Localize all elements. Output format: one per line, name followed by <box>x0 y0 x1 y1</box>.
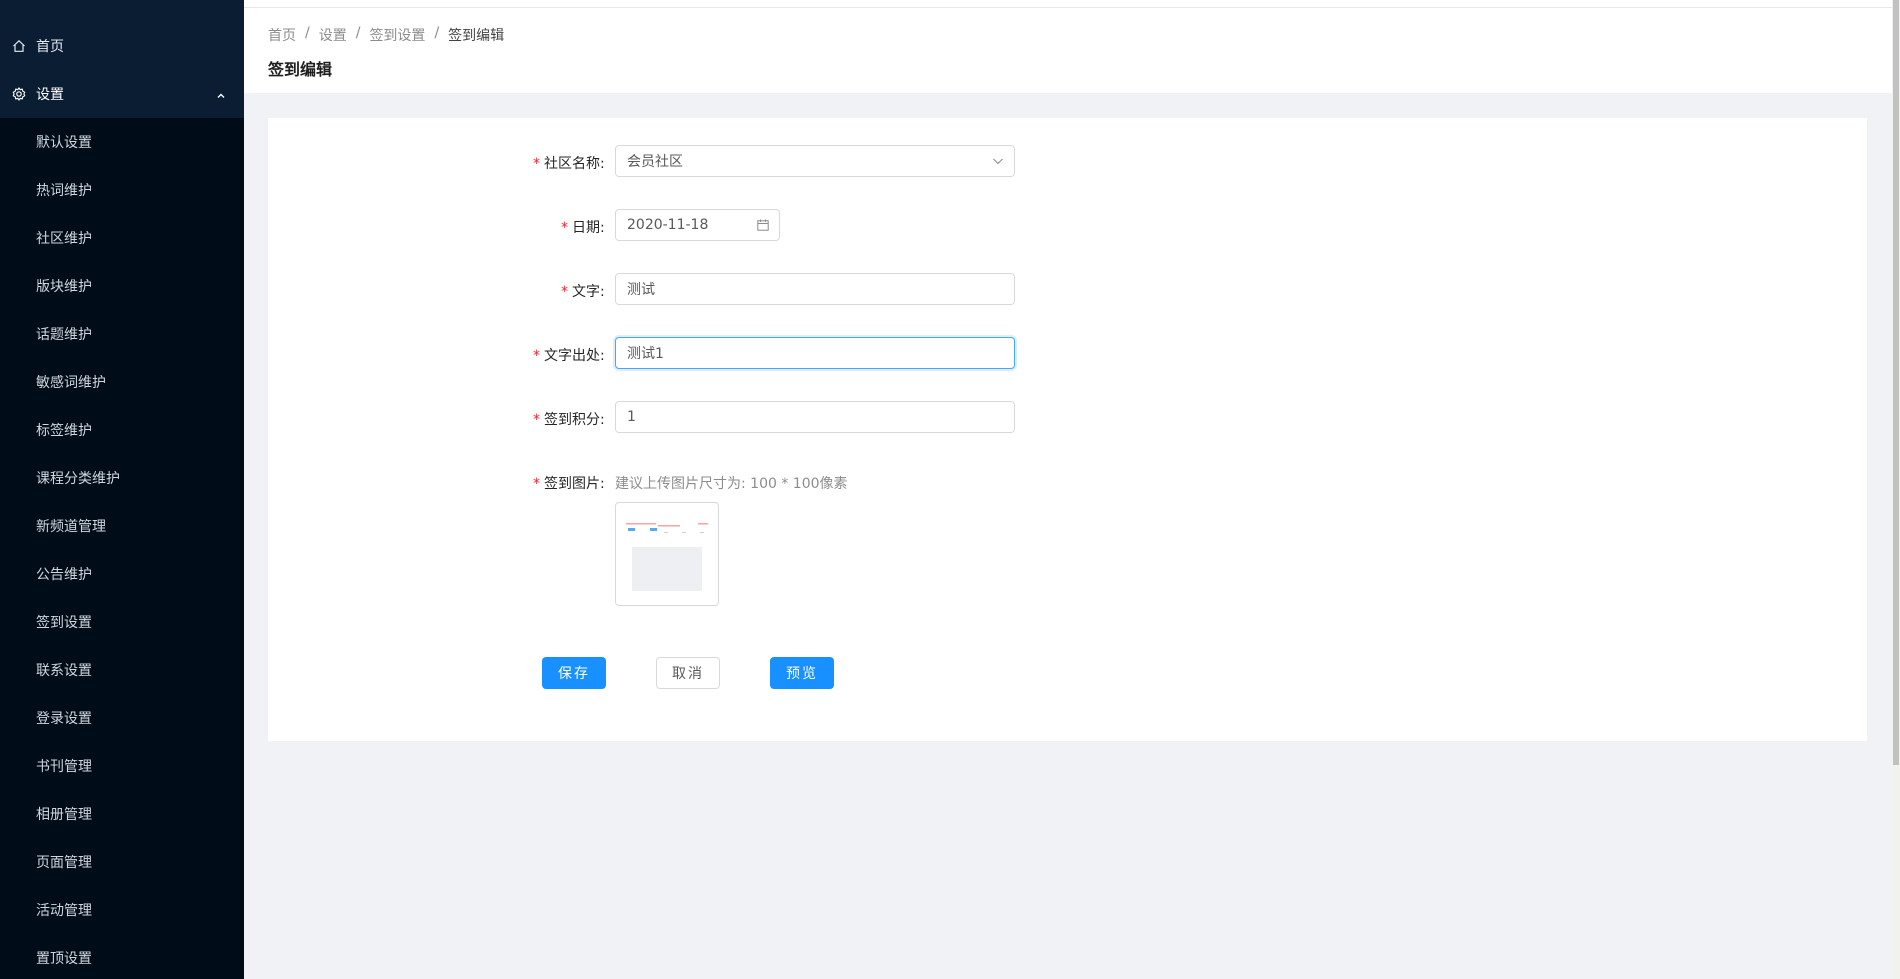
sidebar-subitem[interactable]: 标签维护 <box>0 406 244 454</box>
sidebar-subitem[interactable]: 敏感词维护 <box>0 358 244 406</box>
sidebar-subitem-label: 联系设置 <box>36 663 92 679</box>
image-label: * 签到图片: <box>533 473 605 493</box>
sidebar-subitem-label: 置顶设置 <box>36 951 92 967</box>
chevron-up-icon <box>216 89 226 99</box>
points-label: * 签到积分: <box>533 409 605 429</box>
breadcrumb-item-home[interactable]: 首页 <box>268 25 296 45</box>
text-input-value: 测试 <box>627 282 655 298</box>
required-mark: * <box>561 284 568 300</box>
text-label-text: 文字: <box>572 284 605 300</box>
text-input[interactable]: 测试 <box>615 273 1015 305</box>
sidebar-subitem[interactable]: 登录设置 <box>0 694 244 742</box>
sidebar-subitem-label: 社区维护 <box>36 231 92 247</box>
sidebar-subitem[interactable]: 书刊管理 <box>0 742 244 790</box>
preview-button[interactable]: 预览 <box>770 657 834 689</box>
sidebar-subitem[interactable]: 社区维护 <box>0 214 244 262</box>
image-label-text: 签到图片: <box>544 476 605 492</box>
sidebar-subitem-label: 活动管理 <box>36 903 92 919</box>
chevron-down-icon <box>992 155 1004 167</box>
sidebar-subitem[interactable]: 热词维护 <box>0 166 244 214</box>
date-label-text: 日期: <box>572 220 605 236</box>
sidebar-subitem-label: 课程分类维护 <box>36 471 120 487</box>
sidebar-subitem[interactable]: 默认设置 <box>0 118 244 166</box>
scrollbar-thumb[interactable] <box>1893 0 1899 765</box>
required-mark: * <box>533 412 540 428</box>
sidebar-subitem[interactable]: 话题维护 <box>0 310 244 358</box>
sidebar-item-settings[interactable]: 设置 <box>0 70 244 118</box>
sidebar-subitem[interactable]: 置顶设置 <box>0 934 244 979</box>
sidebar-subitem-label: 相册管理 <box>36 807 92 823</box>
sidebar-subitem-label: 公告维护 <box>36 567 92 583</box>
required-mark: * <box>533 476 540 492</box>
sidebar-subitem-signin-settings[interactable]: 签到设置 <box>0 598 244 646</box>
settings-submenu: 默认设置 热词维护 社区维护 版块维护 话题维护 敏感词维护 标签维护 课程分类… <box>0 118 244 979</box>
sidebar-subitem[interactable]: 公告维护 <box>0 550 244 598</box>
sidebar-subitem-label: 页面管理 <box>36 855 92 871</box>
sidebar-subitem-label: 签到设置 <box>36 615 92 631</box>
community-select[interactable]: 会员社区 <box>615 145 1015 177</box>
text-source-label-text: 文字出处: <box>544 348 605 364</box>
text-label: * 文字: <box>561 281 605 301</box>
date-picker-value: 2020-11-18 <box>627 217 709 233</box>
text-source-label: * 文字出处: <box>533 345 605 365</box>
sidebar: 首页 设置 默认设置 热词维护 社区维护 版块维护 话题维护 敏感词维护 标签维… <box>0 0 244 979</box>
community-label: * 社区名称: <box>533 153 605 173</box>
sidebar-item-home[interactable]: 首页 <box>0 22 244 70</box>
sidebar-subitem[interactable]: 新频道管理 <box>0 502 244 550</box>
calendar-icon[interactable] <box>757 219 769 231</box>
home-icon <box>12 39 26 53</box>
community-label-text: 社区名称: <box>544 156 605 172</box>
sidebar-subitem-label: 敏感词维护 <box>36 375 106 391</box>
required-mark: * <box>533 156 540 172</box>
sidebar-subitem[interactable]: 相册管理 <box>0 790 244 838</box>
page-title: 签到编辑 <box>268 60 333 79</box>
breadcrumb: 首页 / 设置 / 签到设置 / 签到编辑 <box>268 25 504 45</box>
breadcrumb-separator: / <box>434 25 440 41</box>
gear-icon <box>12 87 26 101</box>
community-select-value: 会员社区 <box>627 154 683 170</box>
sidebar-subitem-label: 标签维护 <box>36 423 92 439</box>
points-input[interactable]: 1 <box>615 401 1015 433</box>
breadcrumb-item-settings[interactable]: 设置 <box>319 25 347 45</box>
sidebar-subitem[interactable]: 页面管理 <box>0 838 244 886</box>
points-input-value: 1 <box>627 409 636 425</box>
text-source-input-value: 测试1 <box>627 346 664 362</box>
uploaded-image-thumbnail[interactable] <box>615 502 719 606</box>
sidebar-subitem-label: 版块维护 <box>36 279 92 295</box>
sidebar-subitem[interactable]: 联系设置 <box>0 646 244 694</box>
breadcrumb-item-current: 签到编辑 <box>448 28 505 44</box>
image-size-hint: 建议上传图片尺寸为: 100 * 100像素 <box>615 476 848 492</box>
required-mark: * <box>561 220 568 236</box>
top-bar <box>244 0 1892 8</box>
save-button[interactable]: 保存 <box>542 657 606 689</box>
page-header: 首页 / 设置 / 签到设置 / 签到编辑 签到编辑 <box>244 8 1892 93</box>
sidebar-item-settings-label: 设置 <box>36 87 64 103</box>
date-picker-input[interactable]: 2020-11-18 <box>615 209 780 241</box>
sidebar-subitem-label: 登录设置 <box>36 711 92 727</box>
required-mark: * <box>533 348 540 364</box>
breadcrumb-item-signin-settings[interactable]: 签到设置 <box>369 25 425 45</box>
cancel-button[interactable]: 取消 <box>656 657 720 689</box>
sidebar-item-home-label: 首页 <box>36 39 64 55</box>
sidebar-subitem-label: 默认设置 <box>36 135 92 151</box>
form-card: * 社区名称: 会员社区 * 日期: 2020-11-18 * 文字: 测试 * 文字出… <box>268 118 1867 741</box>
thumbnail-preview-image <box>624 511 710 597</box>
date-label: * 日期: <box>561 217 605 237</box>
sidebar-subitem-label: 书刊管理 <box>36 759 92 775</box>
sidebar-subitem[interactable]: 活动管理 <box>0 886 244 934</box>
text-source-input[interactable]: 测试1 <box>615 337 1015 369</box>
sidebar-subitem[interactable]: 版块维护 <box>0 262 244 310</box>
breadcrumb-separator: / <box>355 25 361 41</box>
sidebar-subitem-label: 话题维护 <box>36 327 92 343</box>
sidebar-subitem[interactable]: 课程分类维护 <box>0 454 244 502</box>
breadcrumb-separator: / <box>305 25 310 41</box>
sidebar-subitem-label: 新频道管理 <box>36 519 106 535</box>
points-label-text: 签到积分: <box>544 412 605 428</box>
sidebar-subitem-label: 热词维护 <box>36 183 92 199</box>
